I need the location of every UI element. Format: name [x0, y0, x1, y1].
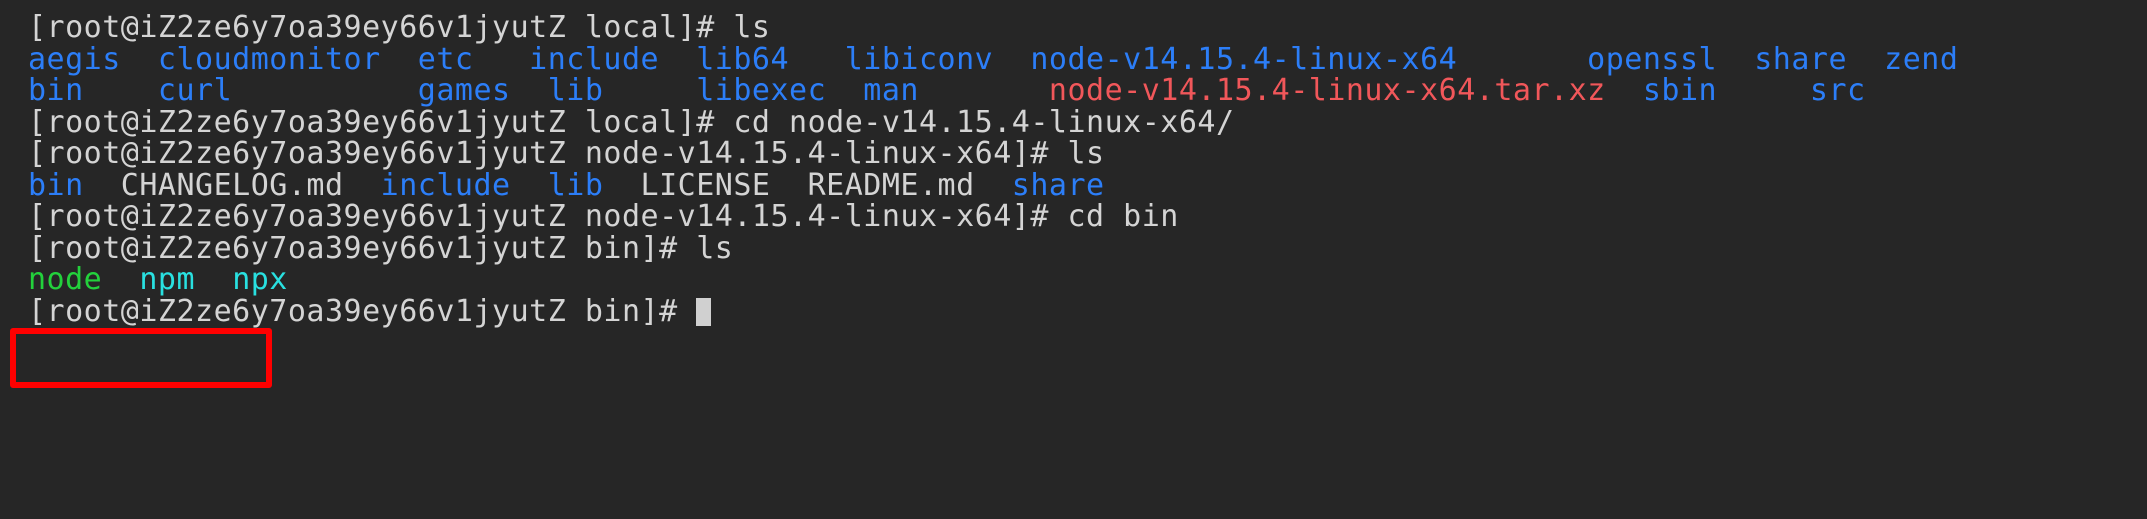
text-segment: [root@iZ2ze6y7oa39ey66v1jyutZ local]# cd…: [28, 104, 1235, 140]
text-cursor: [696, 297, 712, 326]
text-segment: share: [1011, 167, 1105, 203]
line-8-prompt-ls-bin: [root@iZ2ze6y7oa39ey66v1jyutZ bin]# ls: [0, 230, 2147, 266]
red-highlight-box: [10, 328, 272, 388]
text-segment: [root@iZ2ze6y7oa39ey66v1jyutZ node-v14.1…: [28, 136, 1105, 171]
text-segment: npx: [232, 262, 288, 297]
line-9-ls-bin-output: node npm npx: [0, 264, 2147, 296]
text-segment: sbin src: [1605, 73, 1866, 108]
line-3-ls-row-2: bin curl games lib libexec man node-v14.…: [0, 75, 2147, 107]
text-segment: node-v14.15.4-linux-x64.tar.xz: [1048, 73, 1606, 108]
line-7-prompt-cd-bin: [root@iZ2ze6y7oa39ey66v1jyutZ node-v14.1…: [0, 201, 2147, 233]
text-segment: [root@iZ2ze6y7oa39ey66v1jyutZ node-v14.1…: [28, 199, 1179, 234]
text-segment: LICENSE README.md: [603, 167, 1012, 203]
text-segment: node: [28, 262, 103, 297]
text-segment: include: [380, 167, 511, 203]
line-10-prompt-final: [root@iZ2ze6y7oa39ey66v1jyutZ bin]#: [0, 293, 2147, 329]
terminal-output: [root@iZ2ze6y7oa39ey66v1jyutZ local]# ls…: [0, 12, 2147, 327]
text-segment: bin curl games lib libexec man: [28, 73, 1049, 108]
text-segment: [root@iZ2ze6y7oa39ey66v1jyutZ bin]# ls: [28, 230, 734, 266]
text-segment: aegis cloudmonitor etc include lib64 lib…: [28, 41, 1959, 77]
text-segment: npm: [139, 262, 196, 297]
text-segment: CHANGELOG.md: [83, 167, 381, 203]
text-segment: [511, 168, 548, 203]
line-5-prompt-ls-node: [root@iZ2ze6y7oa39ey66v1jyutZ node-v14.1…: [0, 138, 2147, 170]
text-segment: [root@iZ2ze6y7oa39ey66v1jyutZ local]# ls: [28, 10, 771, 45]
terminal-window[interactable]: [root@iZ2ze6y7oa39ey66v1jyutZ local]# ls…: [0, 0, 2147, 519]
line-4-prompt-cd-node: [root@iZ2ze6y7oa39ey66v1jyutZ local]# cd…: [0, 104, 2147, 140]
text-segment: [102, 262, 139, 297]
text-segment: bin: [28, 167, 84, 203]
line-1-prompt-ls-local: [root@iZ2ze6y7oa39ey66v1jyutZ local]# ls: [0, 12, 2147, 44]
text-segment: [195, 262, 232, 297]
line-2-ls-row-1: aegis cloudmonitor etc include lib64 lib…: [0, 41, 2147, 77]
line-6-ls-node-output: bin CHANGELOG.md include lib LICENSE REA…: [0, 167, 2147, 203]
text-segment: lib: [547, 167, 604, 203]
text-segment: [root@iZ2ze6y7oa39ey66v1jyutZ bin]#: [28, 293, 697, 329]
